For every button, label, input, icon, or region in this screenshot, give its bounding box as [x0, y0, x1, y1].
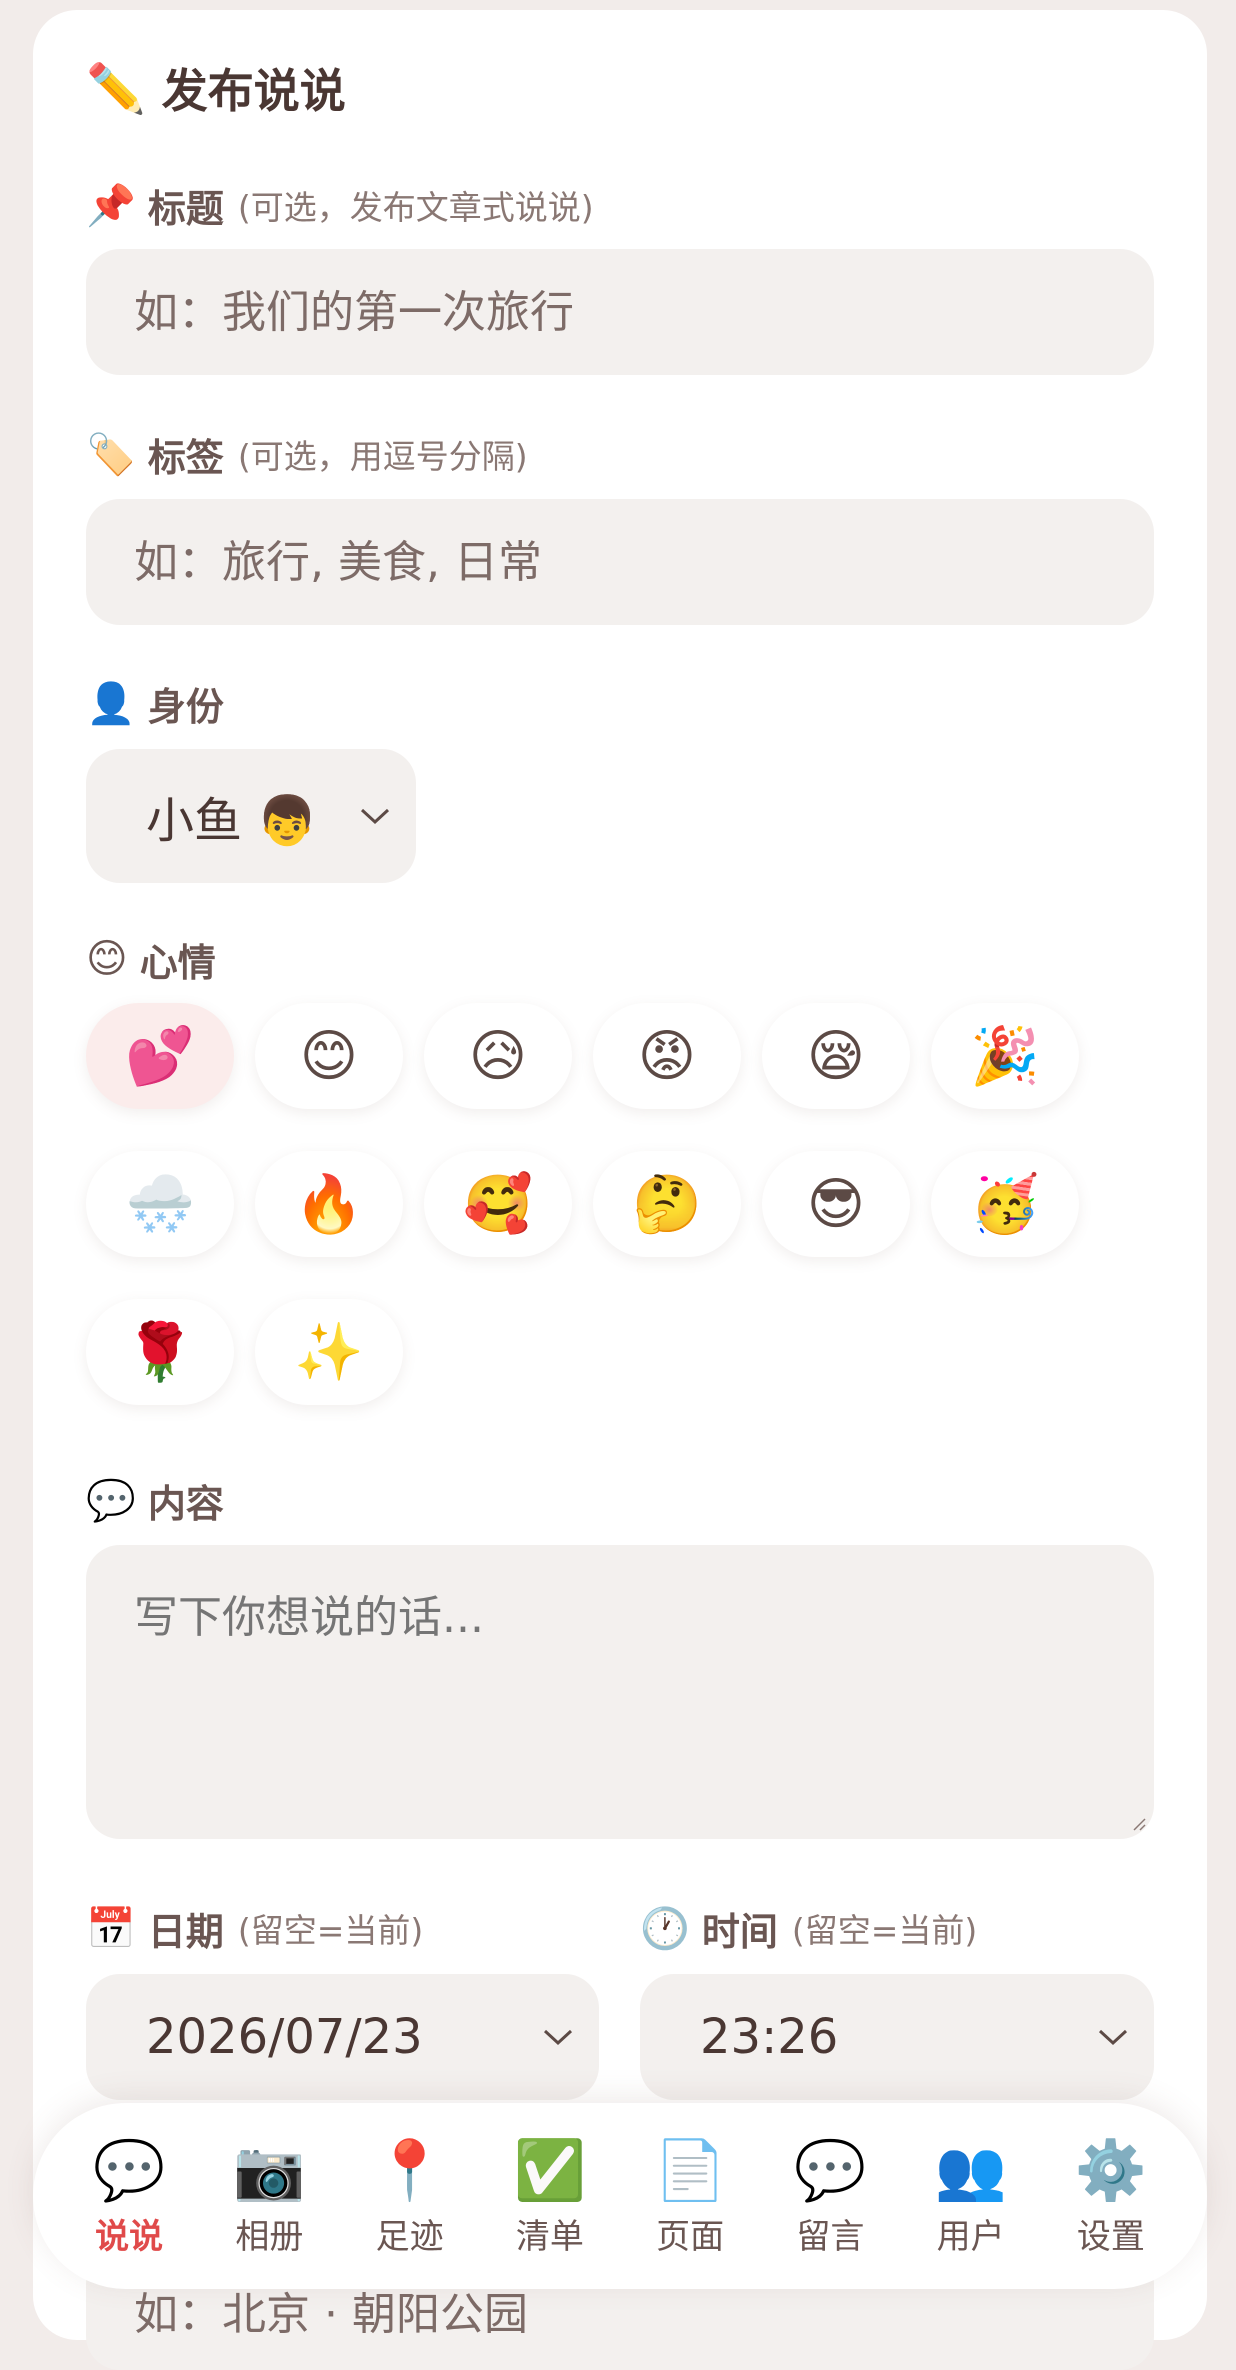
speech-bubble-icon: 💬 — [794, 2135, 867, 2204]
nav-item-posts[interactable]: 💬 说说 — [64, 2135, 194, 2258]
mood-option-cool[interactable]: 😎 — [762, 1151, 910, 1257]
mood-option-party-face[interactable]: 🥳 — [931, 1151, 1079, 1257]
mood-option-sleepy[interactable]: 😪 — [762, 1003, 910, 1109]
mood-option-in-love[interactable]: 🥰 — [424, 1151, 572, 1257]
nav-label: 留言 — [796, 2216, 865, 2257]
tags-label: 🏷️ 标签 (可选，用逗号分隔) — [86, 429, 528, 480]
bottom-nav: 💬 说说 📷 相册 📍 足迹 ✅ 清单 📄 页面 💬 留言 👥 用户 ⚙️ 设置 — [33, 2103, 1207, 2289]
mood-option-thinking[interactable]: 🤔 — [593, 1151, 741, 1257]
page-title: ✏️ 发布说说 — [86, 58, 346, 119]
content-label-text: 内容 — [147, 1481, 224, 1526]
nav-label: 说说 — [95, 2216, 164, 2257]
nav-item-users[interactable]: 👥 用户 — [906, 2135, 1036, 2258]
mood-option-sparkles[interactable]: ✨ — [255, 1299, 403, 1405]
calendar-icon: 📅 — [86, 1905, 136, 1952]
tags-hint: (可选，用逗号分隔) — [237, 437, 528, 476]
nav-label: 相册 — [235, 2216, 304, 2257]
mood-option-snow-cloud[interactable]: 🌨️ — [86, 1151, 234, 1257]
mood-option-fire[interactable]: 🔥 — [255, 1151, 403, 1257]
camera-icon: 📷 — [233, 2135, 306, 2204]
mood-label-text: 心情 — [139, 940, 216, 985]
time-label: 🕐 时间 (留空=当前) — [640, 1903, 978, 1954]
date-value: 2026/07/23 — [146, 2009, 423, 2065]
nav-label: 页面 — [656, 2216, 725, 2257]
mood-option-party-popper[interactable]: 🎉 — [931, 1003, 1079, 1109]
title-input[interactable] — [134, 286, 1154, 338]
time-label-text: 时间 — [701, 1909, 778, 1954]
gear-icon: ⚙️ — [1074, 2135, 1147, 2204]
nav-item-album[interactable]: 📷 相册 — [204, 2135, 334, 2258]
nav-label: 设置 — [1076, 2216, 1145, 2257]
map-pin-icon: 📍 — [373, 2135, 446, 2204]
mood-label: 😊 心情 — [86, 934, 216, 985]
mood-options: 💕 😊 😥 😡 😪 🎉 🌨️ 🔥 🥰 🤔 😎 🥳 🌹 ✨ — [86, 1003, 1096, 1405]
mood-option-sad[interactable]: 😥 — [424, 1003, 572, 1109]
tags-label-text: 标签 — [147, 435, 224, 480]
content-textarea[interactable] — [134, 1581, 1106, 1803]
date-hint: (留空=当前) — [237, 1911, 424, 1950]
pushpin-icon: 📌 — [86, 182, 136, 229]
smile-icon: 😊 — [86, 936, 128, 982]
mood-option-two-hearts[interactable]: 💕 — [86, 1003, 234, 1109]
users-icon: 👥 — [934, 2135, 1007, 2204]
mood-option-angry[interactable]: 😡 — [593, 1003, 741, 1109]
identity-label: 👤 身份 — [86, 678, 224, 729]
identity-selected-value: 小鱼 👦 — [146, 793, 318, 849]
time-picker[interactable]: 23:26 — [640, 1974, 1154, 2100]
pencil-icon: ✏️ — [86, 60, 146, 117]
content-field[interactable] — [86, 1545, 1154, 1839]
clock-icon: 🕐 — [640, 1905, 690, 1952]
title-hint: (可选，发布文章式说说) — [237, 188, 594, 227]
nav-item-footprints[interactable]: 📍 足迹 — [345, 2135, 475, 2258]
user-silhouette-icon: 👤 — [86, 680, 136, 727]
nav-label: 用户 — [936, 2216, 1005, 2257]
speech-bubble-icon: 💬 — [86, 1477, 136, 1524]
chevron-down-icon — [360, 808, 390, 825]
date-label: 📅 日期 (留空=当前) — [86, 1903, 424, 1954]
content-label: 💬 内容 — [86, 1475, 224, 1526]
nav-item-pages[interactable]: 📄 页面 — [625, 2135, 755, 2258]
identity-label-text: 身份 — [147, 684, 224, 729]
title-label: 📌 标题 (可选，发布文章式说说) — [86, 180, 594, 231]
check-mark-icon: ✅ — [513, 2135, 586, 2204]
mood-option-smile[interactable]: 😊 — [255, 1003, 403, 1109]
date-label-text: 日期 — [147, 1909, 224, 1954]
nav-item-checklist[interactable]: ✅ 清单 — [485, 2135, 615, 2258]
identity-select[interactable]: 小鱼 👦 — [86, 749, 416, 883]
tags-field[interactable] — [86, 499, 1154, 625]
time-value: 23:26 — [700, 2009, 839, 2065]
document-icon: 📄 — [654, 2135, 727, 2204]
resize-grip-icon[interactable] — [1132, 1817, 1146, 1831]
title-field[interactable] — [86, 249, 1154, 375]
page-title-text: 发布说说 — [161, 64, 346, 118]
date-picker[interactable]: 2026/07/23 — [86, 1974, 599, 2100]
nav-item-messages[interactable]: 💬 留言 — [765, 2135, 895, 2258]
tags-input[interactable] — [134, 536, 1154, 588]
title-label-text: 标题 — [147, 186, 224, 231]
nav-label: 足迹 — [375, 2216, 444, 2257]
chevron-down-icon — [543, 2029, 573, 2046]
nav-label: 清单 — [515, 2216, 584, 2257]
tag-icon: 🏷️ — [86, 431, 136, 478]
chevron-down-icon — [1098, 2029, 1128, 2046]
speech-bubble-icon: 💬 — [93, 2135, 166, 2204]
nav-item-settings[interactable]: ⚙️ 设置 — [1046, 2135, 1176, 2258]
mood-option-rose[interactable]: 🌹 — [86, 1299, 234, 1405]
time-hint: (留空=当前) — [791, 1911, 978, 1950]
